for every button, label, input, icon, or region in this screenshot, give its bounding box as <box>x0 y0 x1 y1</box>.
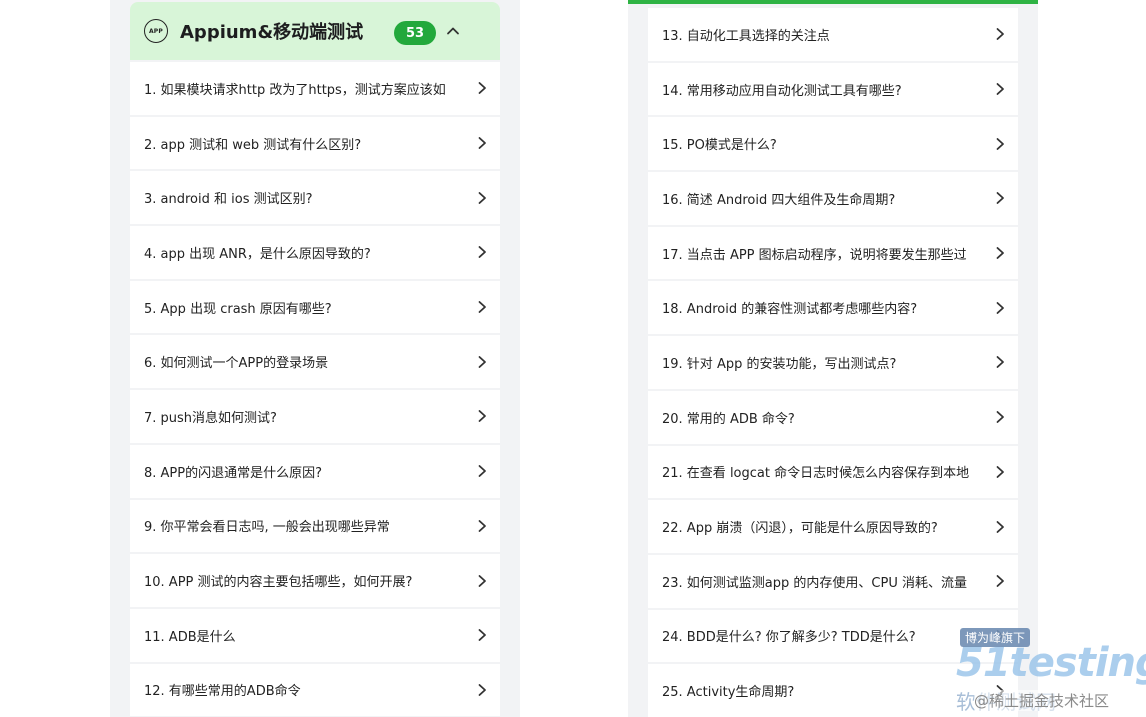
question-item[interactable]: 18. Android 的兼容性测试都考虑哪些内容? <box>648 281 1018 335</box>
chevron-up-icon[interactable] <box>442 20 464 42</box>
question-item[interactable]: 6. 如何测试一个APP的登录场景 <box>130 335 500 389</box>
question-label: 18. Android 的兼容性测试都考虑哪些内容? <box>662 302 918 318</box>
chevron-right-icon[interactable] <box>992 628 1008 644</box>
chevron-right-icon[interactable] <box>474 80 490 96</box>
question-item[interactable]: 4. app 出现 ANR，是什么原因导致的? <box>130 226 500 279</box>
question-item[interactable]: 17. 当点击 APP 图标启动程序，说明将要发生那些过 <box>648 226 1018 280</box>
question-label: 4. app 出现 ANR，是什么原因导致的? <box>144 246 371 262</box>
question-panel-right: 13. 自动化工具选择的关注点 14. 常用移动应用自动化测试工具有哪些? 15. … <box>628 0 1038 717</box>
question-label: 21. 在查看 logcat 命令日志时候怎么内容保存到本地 <box>662 466 970 482</box>
count-badge: 53 <box>394 21 436 45</box>
question-label: 6. 如何测试一个APP的登录场景 <box>144 356 329 372</box>
question-label: 11. ADB是什么 <box>144 629 236 645</box>
question-item[interactable]: 21. 在查看 logcat 命令日志时候怎么内容保存到本地 <box>648 445 1018 499</box>
chevron-right-icon[interactable] <box>992 464 1008 480</box>
question-label: 5. App 出现 crash 原因有哪些? <box>144 301 332 317</box>
question-label: 2. app 测试和 web 测试有什么区别? <box>144 137 362 153</box>
question-label: 3. android 和 ios 测试区别? <box>144 192 313 208</box>
question-label: 8. APP的闪退通常是什么原因? <box>144 465 323 481</box>
question-item[interactable]: 7. push消息如何测试? <box>130 390 500 443</box>
question-item[interactable]: 16. 简述 Android 四大组件及生命周期? <box>648 172 1018 225</box>
chevron-right-icon[interactable] <box>474 135 490 151</box>
question-item[interactable]: 20. 常用的 ADB 命令? <box>648 390 1018 444</box>
active-indicator-bar <box>628 0 1038 4</box>
question-label: 25. Activity生命周期? <box>662 685 795 701</box>
question-item[interactable]: 11. ADB是什么 <box>130 608 500 662</box>
chevron-right-icon[interactable] <box>474 573 490 589</box>
question-item[interactable]: 8. APP的闪退通常是什么原因? <box>130 444 500 498</box>
question-label: 17. 当点击 APP 图标启动程序，说明将要发生那些过 <box>662 247 967 263</box>
question-item[interactable]: 13. 自动化工具选择的关注点 <box>648 8 1018 61</box>
question-item[interactable]: 12. 有哪些常用的ADB命令 <box>130 663 500 717</box>
question-label: 24. BDD是什么? 你了解多少? TDD是什么? <box>662 630 916 646</box>
question-label: 22. App 崩溃（闪退），可能是什么原因导致的? <box>662 521 938 537</box>
chevron-right-icon[interactable] <box>992 300 1008 316</box>
question-item[interactable]: 22. App 崩溃（闪退），可能是什么原因导致的? <box>648 500 1018 553</box>
app-icon: APP <box>144 19 168 43</box>
question-list-right: 13. 自动化工具选择的关注点 14. 常用移动应用自动化测试工具有哪些? 15. … <box>648 8 1018 717</box>
question-item[interactable]: 10. APP 测试的内容主要包括哪些，如何开展? <box>130 554 500 607</box>
question-label: 10. APP 测试的内容主要包括哪些，如何开展? <box>144 575 413 591</box>
chevron-right-icon[interactable] <box>992 573 1008 589</box>
question-label: 7. push消息如何测试? <box>144 410 277 426</box>
chevron-right-icon[interactable] <box>992 136 1008 152</box>
group-title: Appium&移动端测试 <box>180 22 364 43</box>
question-item[interactable]: 19. 针对 App 的安装功能，写出测试点? <box>648 336 1018 389</box>
group-header[interactable]: APP Appium&移动端测试 53 <box>130 2 500 60</box>
question-item[interactable]: 14. 常用移动应用自动化测试工具有哪些? <box>648 62 1018 116</box>
question-item[interactable]: 3. android 和 ios 测试区别? <box>130 171 500 225</box>
question-label: 23. 如何测试监测app 的内存使用、CPU 消耗、流量 <box>662 575 967 591</box>
chevron-right-icon[interactable] <box>474 244 490 260</box>
question-item[interactable]: 2. app 测试和 web 测试有什么区别? <box>130 116 500 170</box>
question-label: 13. 自动化工具选择的关注点 <box>662 28 830 44</box>
question-item[interactable]: 9. 你平常会看日志吗, 一般会出现哪些异常 <box>130 499 500 553</box>
chevron-right-icon[interactable] <box>474 408 490 424</box>
question-item[interactable]: 15. PO模式是什么? <box>648 117 1018 171</box>
chevron-right-icon[interactable] <box>992 190 1008 206</box>
chevron-right-icon[interactable] <box>474 627 490 643</box>
question-item[interactable]: 25. Activity生命周期? <box>648 664 1018 717</box>
question-label: 20. 常用的 ADB 命令? <box>662 411 795 427</box>
chevron-right-icon[interactable] <box>992 409 1008 425</box>
question-list-left: 1. 如果模块请求http 改为了https，测试方案应该如 2. app 测试和… <box>130 62 500 717</box>
chevron-right-icon[interactable] <box>474 518 490 534</box>
question-label: 14. 常用移动应用自动化测试工具有哪些? <box>662 83 902 99</box>
chevron-right-icon[interactable] <box>474 463 490 479</box>
chevron-right-icon[interactable] <box>992 26 1008 42</box>
chevron-right-icon[interactable] <box>992 81 1008 97</box>
question-item[interactable]: 1. 如果模块请求http 改为了https，测试方案应该如 <box>130 62 500 115</box>
chevron-right-icon[interactable] <box>992 245 1008 261</box>
question-label: 1. 如果模块请求http 改为了https，测试方案应该如 <box>144 82 446 98</box>
question-label: 12. 有哪些常用的ADB命令 <box>144 684 301 700</box>
screenshot-stage: APP Appium&移动端测试 53 1. 如果模块请求http 改为了htt… <box>0 0 1146 717</box>
question-label: 16. 简述 Android 四大组件及生命周期? <box>662 192 896 208</box>
question-label: 9. 你平常会看日志吗, 一般会出现哪些异常 <box>144 520 390 536</box>
question-label: 15. PO模式是什么? <box>662 138 777 154</box>
chevron-right-icon[interactable] <box>474 354 490 370</box>
chevron-right-icon[interactable] <box>474 682 490 698</box>
chevron-right-icon[interactable] <box>992 354 1008 370</box>
question-item[interactable]: 24. BDD是什么? 你了解多少? TDD是什么? <box>648 609 1018 663</box>
chevron-right-icon[interactable] <box>992 519 1008 535</box>
question-label: 19. 针对 App 的安装功能，写出测试点? <box>662 356 897 372</box>
chevron-right-icon[interactable] <box>474 190 490 206</box>
chevron-right-icon[interactable] <box>474 299 490 315</box>
question-item[interactable]: 5. App 出现 crash 原因有哪些? <box>130 280 500 334</box>
question-item[interactable]: 23. 如何测试监测app 的内存使用、CPU 消耗、流量 <box>648 554 1018 608</box>
question-panel-left: APP Appium&移动端测试 53 1. 如果模块请求http 改为了htt… <box>110 0 520 717</box>
chevron-right-icon[interactable] <box>992 683 1008 699</box>
